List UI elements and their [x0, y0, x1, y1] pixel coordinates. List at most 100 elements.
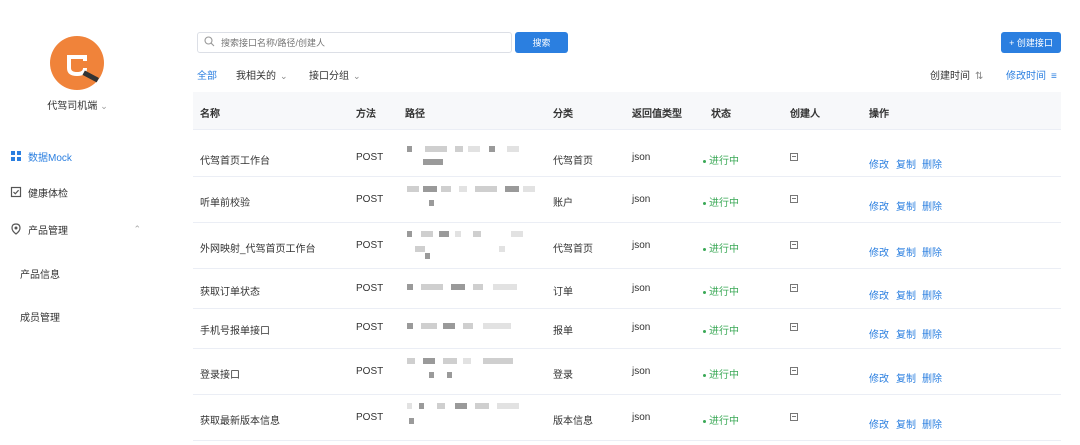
row-method: POST [356, 194, 384, 205]
row-method: POST [356, 366, 384, 377]
checkbox-icon [10, 186, 22, 198]
status-badge: 进行中 [703, 412, 739, 427]
nav-sub-product-info[interactable]: 产品信息 [20, 266, 60, 281]
col-actions: 操作 [869, 109, 889, 120]
row-name: 获取订单状态 [200, 287, 260, 298]
copy-button[interactable]: 复制 [896, 370, 916, 385]
row-category: 账户 [553, 198, 573, 209]
redacted-path-block [429, 372, 434, 378]
search-button[interactable]: 搜索 [515, 32, 568, 53]
creator-avatar [790, 284, 798, 295]
row-method: POST [356, 240, 384, 251]
col-path: 路径 [405, 109, 425, 120]
status-dot-icon [703, 159, 706, 163]
filter-all[interactable]: 全部 [197, 67, 217, 82]
copy-button[interactable]: 复制 [896, 244, 916, 259]
row-return-type: json [632, 412, 651, 423]
copy-button[interactable]: 复制 [896, 287, 916, 302]
redacted-path-block [407, 284, 413, 290]
redacted-path-block [439, 231, 449, 237]
creator-avatar [790, 323, 798, 334]
status-label: 进行中 [709, 244, 739, 255]
copy-button[interactable]: 复制 [896, 156, 916, 171]
redacted-path-block [511, 231, 523, 237]
filter-label: 我相关的 [236, 71, 276, 82]
status-dot-icon [703, 201, 706, 205]
row-name: 获取最新版本信息 [200, 416, 280, 427]
redacted-path-block [463, 358, 471, 364]
row-category: 报单 [553, 326, 573, 337]
edit-button[interactable]: 修改 [869, 416, 889, 431]
redacted-path-block [441, 186, 451, 192]
user-icon [790, 413, 798, 421]
redacted-path-block [497, 403, 519, 409]
redacted-path-block [407, 146, 412, 152]
copy-button[interactable]: 复制 [896, 416, 916, 431]
redacted-path-block [423, 159, 443, 165]
sort-created-time[interactable]: 创建时间 ⇅ [930, 67, 983, 82]
redacted-path-block [419, 403, 424, 409]
redacted-path-block [421, 284, 443, 290]
delete-button[interactable]: 删除 [922, 370, 942, 385]
chevron-up-icon[interactable]: ⌃ [133, 224, 141, 235]
status-dot-icon [703, 329, 706, 333]
status-badge: 进行中 [703, 283, 739, 298]
row-category: 版本信息 [553, 416, 593, 427]
nav-item-data-mock[interactable]: 数据Mock [10, 146, 155, 166]
redacted-path-block [407, 323, 413, 329]
creator-avatar [790, 413, 798, 424]
row-category: 订单 [553, 287, 573, 298]
redacted-path-block [473, 284, 483, 290]
filter-group[interactable]: 接口分组 ⌄ [309, 67, 361, 82]
search-box[interactable] [197, 32, 512, 53]
delete-button[interactable]: 删除 [922, 244, 942, 259]
edit-button[interactable]: 修改 [869, 326, 889, 341]
redacted-path-block [407, 358, 415, 364]
redacted-path-block [455, 231, 461, 237]
edit-button[interactable]: 修改 [869, 244, 889, 259]
row-method: POST [356, 283, 384, 294]
sort-modified-time[interactable]: 修改时间 ≡ [1006, 67, 1057, 82]
redacted-path-block [437, 403, 445, 409]
edit-button[interactable]: 修改 [869, 156, 889, 171]
nav-sub-member-management[interactable]: 成员管理 [20, 309, 60, 324]
redacted-path-block [421, 323, 437, 329]
row-name: 听单前校验 [200, 198, 250, 209]
nav-item-product-management[interactable]: 产品管理 ⌃ [10, 219, 155, 239]
delete-button[interactable]: 删除 [922, 198, 942, 213]
delete-button[interactable]: 删除 [922, 326, 942, 341]
redacted-path-block [499, 246, 505, 252]
sort-label: 创建时间 [930, 71, 970, 82]
grid-icon [10, 150, 22, 162]
search-input[interactable] [221, 37, 501, 48]
app-switcher[interactable]: 代驾司机端 ⌄ [0, 97, 155, 112]
row-name: 外网映射_代驾首页工作台 [200, 244, 316, 255]
delete-button[interactable]: 删除 [922, 416, 942, 431]
nav-item-health-check[interactable]: 健康体检 [10, 182, 155, 202]
copy-button[interactable]: 复制 [896, 198, 916, 213]
redacted-path-block [493, 284, 517, 290]
status-label: 进行中 [709, 370, 739, 381]
delete-button[interactable]: 删除 [922, 156, 942, 171]
create-interface-button[interactable]: + 创建接口 [1001, 32, 1061, 53]
row-method: POST [356, 412, 384, 423]
copy-button[interactable]: 复制 [896, 326, 916, 341]
edit-button[interactable]: 修改 [869, 287, 889, 302]
status-dot-icon [703, 419, 706, 423]
filter-mine[interactable]: 我相关的 ⌄ [236, 67, 288, 82]
table-header: 名称 方法 路径 分类 返回值类型 状态 创建人 操作 [193, 92, 1061, 130]
row-return-type: json [632, 194, 651, 205]
status-dot-icon [703, 373, 706, 377]
row-return-type: json [632, 152, 651, 163]
redacted-path-block [475, 403, 489, 409]
redacted-path-block [443, 358, 457, 364]
delete-button[interactable]: 删除 [922, 287, 942, 302]
edit-button[interactable]: 修改 [869, 198, 889, 213]
user-icon [790, 153, 798, 161]
edit-button[interactable]: 修改 [869, 370, 889, 385]
status-label: 进行中 [709, 287, 739, 298]
status-label: 进行中 [709, 326, 739, 337]
status-dot-icon [703, 290, 706, 294]
status-badge: 进行中 [703, 194, 739, 209]
row-name: 代驾首页工作台 [200, 156, 270, 167]
